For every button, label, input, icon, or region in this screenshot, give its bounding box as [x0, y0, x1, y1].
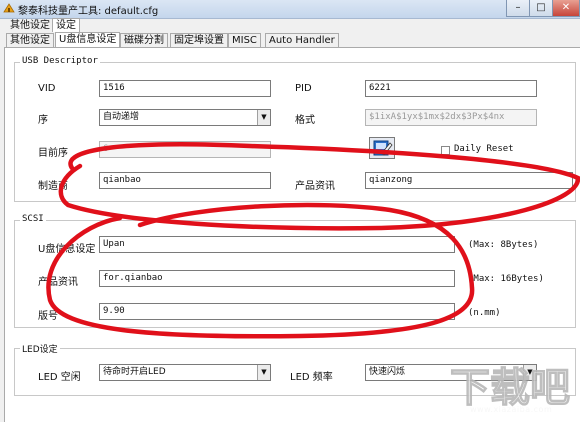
watermark-url: www.xiazaiba.com [470, 405, 553, 414]
annotation-ellipse-top [58, 142, 580, 231]
